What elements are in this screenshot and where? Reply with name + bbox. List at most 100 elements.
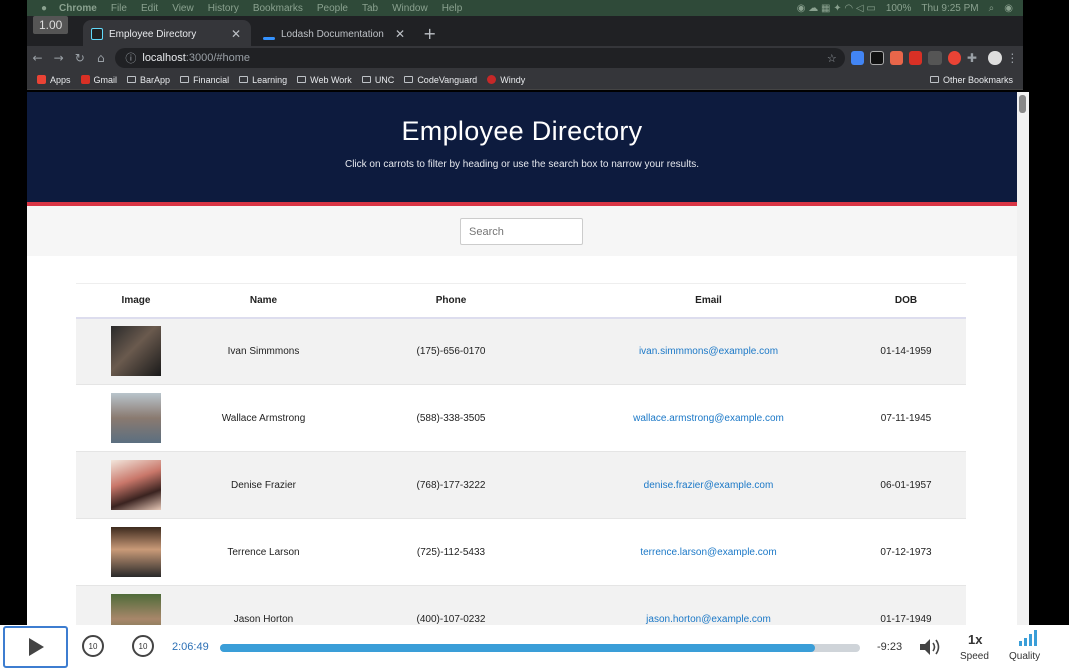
extension-icon[interactable] [850, 51, 865, 65]
employee-phone: (400)-107-0232 [331, 585, 571, 625]
menu-help[interactable]: Help [442, 3, 463, 14]
bookmark-web-work[interactable]: Web Work [297, 75, 352, 85]
star-icon[interactable]: ☆ [827, 52, 837, 65]
scrollbar-thumb[interactable] [1019, 95, 1026, 113]
folder-icon [929, 76, 939, 83]
folder-icon [239, 76, 249, 83]
bookmark-other[interactable]: Other Bookmarks [929, 75, 1013, 85]
apple-icon[interactable]: ● [41, 3, 47, 14]
employee-name: Terrence Larson [196, 518, 331, 586]
menu-tab[interactable]: Tab [362, 3, 378, 14]
extension-icon[interactable] [909, 51, 923, 65]
url-path: :3000/#home [185, 52, 251, 64]
table-row: Wallace Armstrong (588)-338-3505 wallace… [76, 384, 966, 452]
home-icon[interactable]: ⌂ [90, 51, 111, 65]
forward-10-button[interactable]: 10 [132, 635, 154, 657]
siri-icon[interactable]: ◉ [1004, 3, 1013, 14]
screen: ● Chrome File Edit View History Bookmark… [0, 0, 1069, 671]
table-row: Denise Frazier (768)-177-3222 denise.fra… [76, 451, 966, 519]
employee-email[interactable]: wallace.armstrong@example.com [571, 384, 846, 452]
progress-fill [220, 644, 816, 652]
page-subtitle: Click on carrots to filter by heading or… [344, 159, 700, 170]
employee-photo [111, 594, 161, 625]
extension-icon[interactable] [889, 51, 904, 65]
windy-icon [487, 75, 497, 84]
menu-history[interactable]: History [208, 3, 239, 14]
employee-dob: 01-17-1949 [846, 585, 966, 625]
bookmark-windy[interactable]: Windy [487, 75, 525, 85]
gmail-icon [80, 75, 90, 84]
rewind-10-button[interactable]: 10 [82, 635, 104, 657]
menu-bookmarks[interactable]: Bookmarks [253, 3, 303, 14]
folder-icon [361, 76, 371, 83]
employee-name: Ivan Simmmons [196, 317, 331, 385]
bookmark-learning[interactable]: Learning [239, 75, 287, 85]
macos-menu-bar: ● Chrome File Edit View History Bookmark… [27, 0, 1023, 16]
page-scrollbar[interactable] [1017, 92, 1029, 625]
play-button[interactable] [3, 626, 68, 668]
column-header-dob[interactable]: DOB [846, 283, 966, 319]
menu-chrome[interactable]: Chrome [59, 3, 97, 14]
clock: Thu 9:25 PM [921, 2, 979, 14]
reload-icon[interactable]: ↻ [69, 51, 90, 65]
bookmark-financial[interactable]: Financial [180, 75, 229, 85]
quality-bars-icon[interactable] [1018, 629, 1038, 647]
tab-employee-directory[interactable]: Employee Directory ✕ [83, 20, 251, 48]
menu-file[interactable]: File [111, 3, 127, 14]
employee-dob: 01-14-1959 [846, 317, 966, 385]
remaining-time: -9:23 [877, 641, 903, 653]
tab-lodash-documentation[interactable]: Lodash Documentation ✕ [255, 20, 415, 48]
close-icon[interactable]: ✕ [231, 27, 241, 41]
url-host: localhost [142, 52, 186, 64]
bookmarks-bar: Apps Gmail BarApp Financial Learning Web… [27, 70, 1023, 90]
table-row: Terrence Larson (725)-112-5433 terrence.… [76, 518, 966, 586]
volume-icon[interactable] [918, 637, 942, 657]
employee-dob: 07-12-1973 [846, 518, 966, 586]
bookmark-apps[interactable]: Apps [37, 75, 71, 85]
extension-icon[interactable] [870, 51, 884, 65]
avatar[interactable] [988, 51, 1002, 65]
column-header-image[interactable]: Image [76, 283, 196, 319]
bookmark-codevanguard[interactable]: CodeVanguard [404, 75, 477, 85]
column-header-name[interactable]: Name [196, 283, 331, 319]
elapsed-time: 2:06:49 [172, 641, 209, 653]
table-header-row: Image Name Phone Email DOB [76, 283, 966, 319]
rewind-icon-label: 10 [88, 641, 98, 651]
employee-dob: 07-11-1945 [846, 384, 966, 452]
folder-icon [404, 76, 414, 83]
employee-phone: (588)-338-3505 [331, 384, 571, 452]
bookmark-unc[interactable]: UNC [361, 75, 394, 85]
tab-title: Employee Directory [109, 28, 197, 40]
back-icon[interactable]: ← [27, 51, 48, 65]
browser-toolbar: ← → ↻ ⌂ ⓘ localhost:3000/#home ☆ ✚ ⋮ [27, 46, 1023, 70]
extension-icon[interactable] [928, 51, 942, 65]
employee-photo [111, 460, 161, 510]
menu-window[interactable]: Window [392, 3, 428, 14]
bookmark-gmail[interactable]: Gmail [80, 75, 117, 85]
employee-email[interactable]: jason.horton@example.com [571, 585, 846, 625]
folder-icon [297, 76, 307, 83]
spotlight-icon[interactable]: ⌕ [989, 3, 995, 14]
menu-dots-icon[interactable]: ⋮ [1002, 51, 1023, 65]
search-band [27, 206, 1017, 256]
forward-icon[interactable]: → [48, 51, 69, 65]
menu-view[interactable]: View [172, 3, 194, 14]
address-bar[interactable]: ⓘ localhost:3000/#home ☆ [115, 48, 845, 68]
bookmark-barapp[interactable]: BarApp [127, 75, 170, 85]
employee-email[interactable]: terrence.larson@example.com [571, 518, 846, 586]
column-header-email[interactable]: Email [571, 283, 846, 319]
menu-people[interactable]: People [317, 3, 348, 14]
puzzle-icon[interactable]: ✚ [961, 51, 982, 65]
menu-edit[interactable]: Edit [141, 3, 158, 14]
progress-bar[interactable] [220, 644, 860, 652]
employee-email[interactable]: denise.frazier@example.com [571, 451, 846, 519]
close-icon[interactable]: ✕ [395, 27, 405, 41]
folder-icon [180, 76, 190, 83]
search-input[interactable] [460, 218, 583, 245]
column-header-phone[interactable]: Phone [331, 283, 571, 319]
extension-icon[interactable] [947, 51, 962, 65]
employee-name: Denise Frazier [196, 451, 331, 519]
employee-email[interactable]: ivan.simmmons@example.com [571, 317, 846, 385]
speed-value[interactable]: 1x [968, 632, 982, 647]
new-tab-icon[interactable]: + [423, 24, 436, 43]
